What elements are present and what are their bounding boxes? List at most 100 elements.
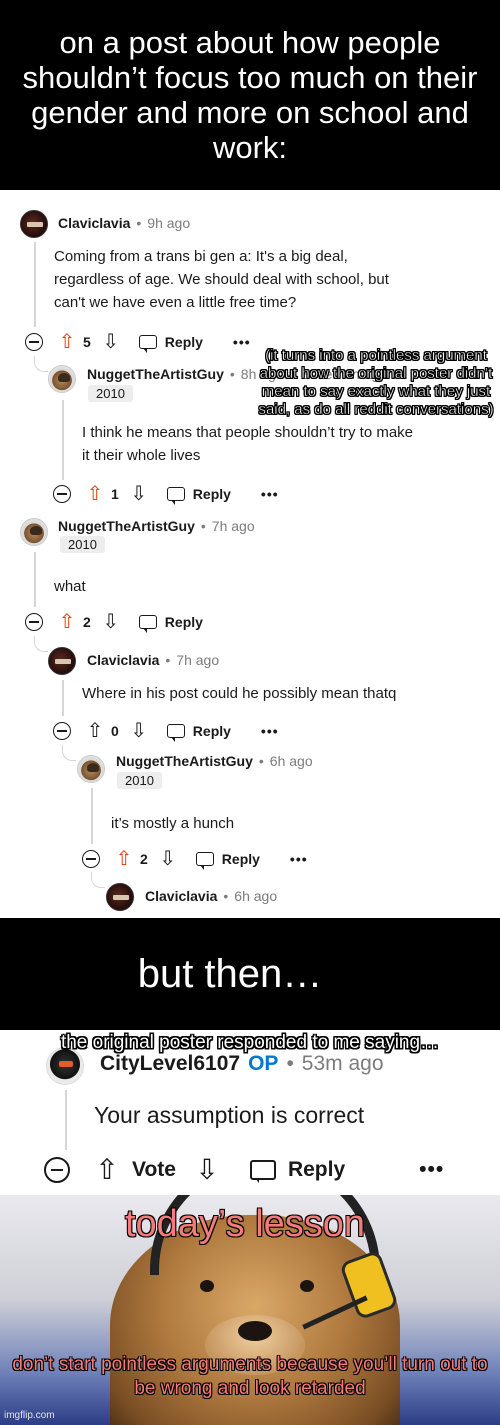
reply-label: Reply xyxy=(164,334,203,350)
more-options-icon[interactable]: ••• xyxy=(261,723,279,739)
thread-line[interactable] xyxy=(62,680,64,716)
username[interactable]: Claviclavia xyxy=(87,652,159,668)
collapse-thread-icon[interactable] xyxy=(53,485,71,503)
separator-dot: • xyxy=(136,215,142,231)
comment-actions: ⇧ Vote ⇩ Reply ••• xyxy=(44,1156,444,1184)
dog-eye xyxy=(200,1280,214,1292)
comment-actions: ⇧ 5 ⇩ Reply ••• xyxy=(25,330,251,354)
thread-line[interactable] xyxy=(34,242,36,327)
collapse-thread-icon[interactable] xyxy=(53,722,71,740)
top-caption-panel: on a post about how people shouldn’t foc… xyxy=(0,0,500,190)
reddit-thread: Claviclavia • 9h ago Coming from a trans… xyxy=(0,190,500,918)
collapse-thread-icon[interactable] xyxy=(44,1157,70,1183)
timestamp: 7h ago xyxy=(176,652,220,668)
upvote-icon[interactable]: ⇧ xyxy=(57,332,77,352)
reply-label: Reply xyxy=(164,614,203,630)
collapse-thread-icon[interactable] xyxy=(25,613,43,631)
but-then-panel: but then… xyxy=(0,918,500,1030)
comment-body: Coming from a trans bi gen a: It's a big… xyxy=(54,248,389,311)
meme-panel: today’s lesson don’t start pointless arg… xyxy=(0,1195,500,1425)
reply-button[interactable]: Reply xyxy=(138,334,203,353)
user-flair: 2010 xyxy=(88,385,133,402)
downvote-icon[interactable]: ⇩ xyxy=(194,1156,220,1184)
timestamp: 9h ago xyxy=(147,215,191,231)
comment-meta: NuggetTheArtistGuy • 6h ago xyxy=(116,753,313,769)
more-options-icon[interactable]: ••• xyxy=(419,1158,444,1182)
vote-label: Vote xyxy=(132,1158,176,1181)
comment-meta: Claviclavia • 7h ago xyxy=(87,652,219,668)
separator-dot: • xyxy=(200,518,206,534)
comment-actions: ⇧ 2 ⇩ Reply ••• xyxy=(82,847,308,871)
username[interactable]: Claviclavia xyxy=(58,215,130,231)
vote-count: 2 xyxy=(140,851,148,867)
vote-count: 0 xyxy=(111,723,119,739)
reply-icon xyxy=(138,615,157,633)
user-flair: 2010 xyxy=(117,772,162,789)
op-response-panel: the original poster responded to me sayi… xyxy=(0,1030,500,1195)
reply-button[interactable]: Reply xyxy=(195,851,260,870)
reply-button[interactable]: Reply xyxy=(138,614,203,633)
comment-actions: ⇧ 2 ⇩ Reply xyxy=(25,610,203,634)
user-flair: 2010 xyxy=(60,536,105,553)
collapse-thread-icon[interactable] xyxy=(25,333,43,351)
thread-line[interactable] xyxy=(65,1090,67,1150)
dog-eye xyxy=(300,1280,314,1292)
avatar-claviclavia[interactable] xyxy=(20,210,48,238)
timestamp: 6h ago xyxy=(234,888,278,904)
collapse-thread-icon[interactable] xyxy=(82,850,100,868)
op-caption: the original poster responded to me sayi… xyxy=(60,1032,440,1053)
reply-label: Reply xyxy=(221,851,260,867)
comment-actions: ⇧ 1 ⇩ Reply ••• xyxy=(53,482,279,506)
annotation-caption: (it turns into a pointless argument abou… xyxy=(258,347,494,418)
avatar-claviclavia[interactable] xyxy=(48,647,76,675)
vote-count: 1 xyxy=(111,486,119,502)
upvote-icon[interactable]: ⇧ xyxy=(94,1156,120,1184)
username[interactable]: NuggetTheArtistGuy xyxy=(58,518,195,534)
comment-meta: Claviclavia • 9h ago xyxy=(58,215,190,231)
username[interactable]: NuggetTheArtistGuy xyxy=(87,366,224,382)
separator-dot: • xyxy=(223,888,229,904)
more-options-icon[interactable]: ••• xyxy=(290,851,308,867)
reply-icon xyxy=(166,724,185,742)
reply-button[interactable]: Reply xyxy=(249,1158,346,1183)
upvote-icon[interactable]: ⇧ xyxy=(85,484,105,504)
dog-nose xyxy=(238,1321,272,1341)
thread-elbow xyxy=(62,745,76,761)
comment-meta: Claviclavia • 6h ago xyxy=(145,888,277,904)
downvote-icon[interactable]: ⇩ xyxy=(101,332,121,352)
more-options-icon[interactable]: ••• xyxy=(261,486,279,502)
more-options-icon[interactable]: ••• xyxy=(233,334,251,350)
thread-elbow xyxy=(34,636,48,652)
username[interactable]: Claviclavia xyxy=(145,888,217,904)
timestamp: 6h ago xyxy=(269,753,313,769)
avatar-nuggettheartistguy[interactable] xyxy=(77,755,105,783)
watermark: imgflip.com xyxy=(4,1410,55,1421)
thread-line[interactable] xyxy=(62,400,64,480)
comment-meta: NuggetTheArtistGuy • 7h ago xyxy=(58,518,255,534)
upvote-icon[interactable]: ⇧ xyxy=(57,612,77,632)
downvote-icon[interactable]: ⇩ xyxy=(129,721,149,741)
reply-button[interactable]: Reply xyxy=(166,486,231,505)
downvote-icon[interactable]: ⇩ xyxy=(158,849,178,869)
reply-button[interactable]: Reply xyxy=(166,723,231,742)
downvote-icon[interactable]: ⇩ xyxy=(101,612,121,632)
thread-line[interactable] xyxy=(34,552,36,607)
avatar-claviclavia[interactable] xyxy=(106,883,134,911)
comment-body: Where in his post could he possibly mean… xyxy=(82,685,397,702)
avatar-nuggettheartistguy[interactable] xyxy=(20,518,48,546)
but-then-caption: but then… xyxy=(137,951,323,996)
avatar-nuggettheartistguy[interactable] xyxy=(48,365,76,393)
timestamp: 7h ago xyxy=(211,518,255,534)
thread-line[interactable] xyxy=(91,788,93,844)
top-caption: on a post about how people shouldn’t foc… xyxy=(22,25,478,165)
username[interactable]: NuggetTheArtistGuy xyxy=(116,753,253,769)
reply-label: Reply xyxy=(192,486,231,502)
upvote-icon[interactable]: ⇧ xyxy=(114,849,134,869)
reply-label: Reply xyxy=(287,1158,346,1181)
upvote-icon[interactable]: ⇧ xyxy=(85,721,105,741)
separator-dot: • xyxy=(165,652,171,668)
separator-dot: • xyxy=(258,753,264,769)
downvote-icon[interactable]: ⇩ xyxy=(129,484,149,504)
meme-title: today’s lesson xyxy=(124,1203,366,1245)
reply-icon xyxy=(249,1160,276,1183)
